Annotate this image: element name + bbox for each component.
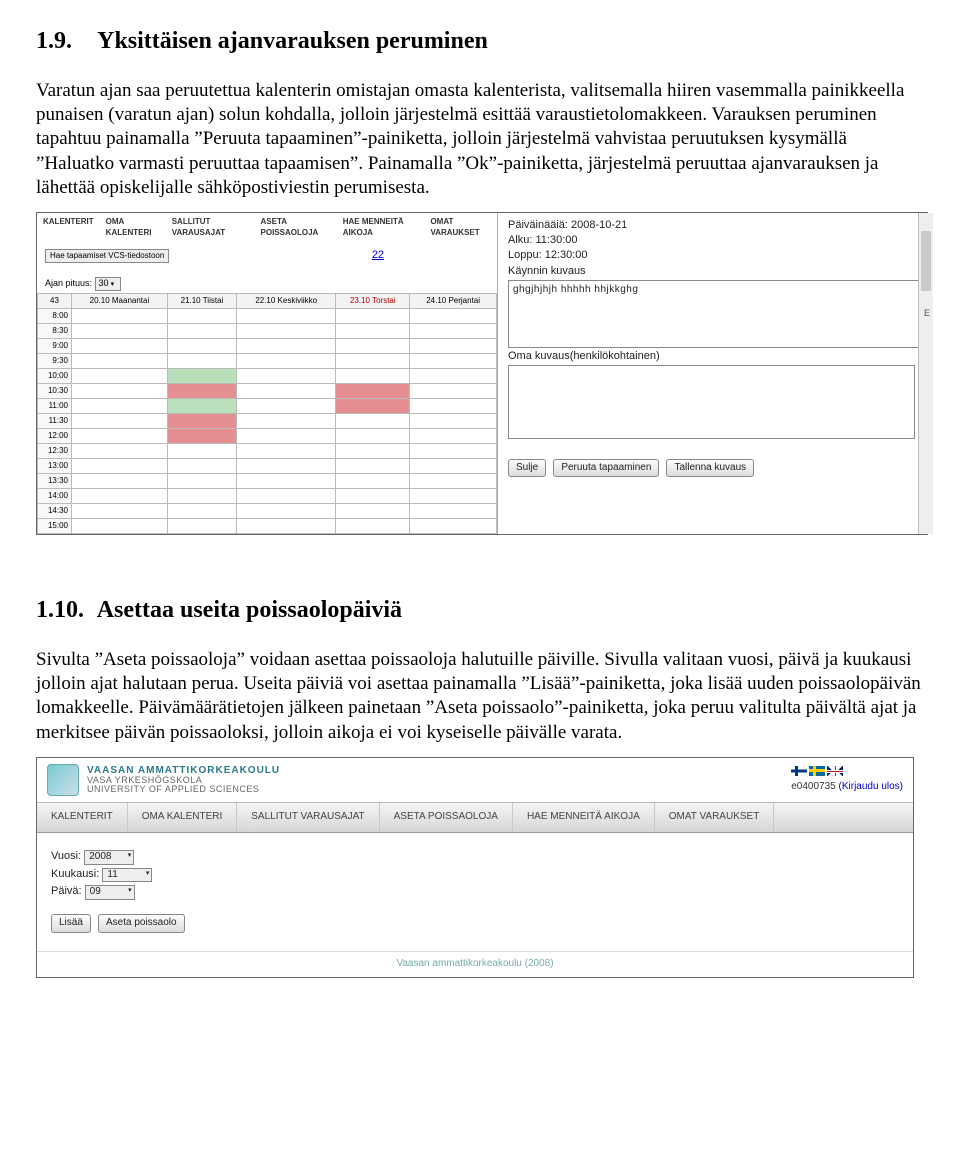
absence-form: Vuosi: 2008 Kuukausi: 11 Päivä: 09 Lisää… (37, 833, 913, 951)
screenshot-absence: VAASAN AMMATTIKORKEAKOULU VASA YRKESHÖGS… (36, 757, 914, 978)
day-select[interactable]: 09 (85, 885, 135, 900)
heading-num: 1.9. (36, 26, 92, 57)
calendar-panel: KALENTERIT OMA KALENTERI SALLITUT VARAUS… (37, 213, 498, 534)
slot-free[interactable] (167, 368, 236, 383)
app-header: VAASAN AMMATTIKORKEAKOULU VASA YRKESHÖGS… (37, 758, 913, 802)
nav-sallitut[interactable]: SALLITUT VARAUSAJAT (237, 803, 379, 832)
app-footer: Vaasan ammattikorkeakoulu (2008) (37, 951, 913, 977)
user-area: e0400735 (Kirjaudu ulos) (791, 766, 903, 794)
day-mon: 20.10 Maanantai (72, 293, 168, 308)
main-nav: KALENTERIT OMA KALENTERI SALLITUT VARAUS… (37, 802, 913, 833)
app-logo: VAASAN AMMATTIKORKEAKOULU VASA YRKESHÖGS… (47, 764, 280, 796)
heading-title: Yksittäisen ajanvarauksen peruminen (97, 28, 488, 54)
day-label: Päivä: (51, 885, 82, 897)
detail-own-textarea[interactable] (508, 365, 915, 439)
nav-omat-varaukset[interactable]: OMAT VARAUKSET (655, 803, 775, 832)
slot-busy[interactable] (336, 398, 410, 413)
flag-uk-icon[interactable] (827, 766, 843, 776)
paragraph-1-9: Varatun ajan saa peruutettua kalenterin … (36, 79, 924, 201)
duration-select[interactable]: 30 (95, 277, 122, 291)
add-button[interactable]: Lisää (51, 914, 91, 933)
year-select[interactable]: 2008 (84, 850, 134, 865)
day-thu: 23.10 Torstai (336, 293, 410, 308)
duration-label: Ajan pituus: (45, 278, 92, 288)
calendar-grid: 43 20.10 Maanantai 21.10 Tiistai 22.10 K… (37, 293, 497, 534)
week-link[interactable]: 22 (372, 249, 384, 261)
vcs-export-button[interactable]: Hae tapaamiset VCS-tiedostoon (45, 249, 169, 263)
flag-se-icon[interactable] (809, 766, 825, 776)
calendar-tabs: KALENTERIT OMA KALENTERI SALLITUT VARAUS… (37, 213, 497, 241)
save-description-button[interactable]: Tallenna kuvaus (666, 459, 754, 478)
slot-busy[interactable] (336, 383, 410, 398)
nav-kalenterit[interactable]: KALENTERIT (37, 803, 128, 832)
slot-busy[interactable] (167, 383, 236, 398)
slot-busy[interactable] (167, 428, 236, 443)
close-button[interactable]: Sulje (508, 459, 546, 478)
heading-title: Asettaa useita poissaolopäiviä (97, 597, 402, 623)
month-label: Kuukausi: (51, 868, 99, 880)
user-id: e0400735 (791, 781, 836, 792)
booking-details-panel: Päiväinääiä: 2008-10-21 Alku: 11:30:00 L… (498, 213, 933, 534)
screenshot-calendar: KALENTERIT OMA KALENTERI SALLITUT VARAUS… (36, 212, 928, 535)
slot-busy[interactable] (167, 413, 236, 428)
year-label: Vuosi: (51, 850, 81, 862)
tab-hae-menneita[interactable]: HAE MENNEITÄ AIKOJA (337, 213, 425, 241)
slot-free[interactable] (167, 398, 236, 413)
language-flags (791, 766, 843, 776)
heading-num: 1.10. (36, 595, 92, 626)
month-select[interactable]: 11 (102, 868, 152, 883)
day-wed: 22.10 Keskiviikko (237, 293, 336, 308)
nav-poissaoloja[interactable]: ASETA POISSAOLOJA (380, 803, 513, 832)
set-absence-button[interactable]: Aseta poissaolo (98, 914, 185, 933)
tab-sallitut[interactable]: SALLITUT VARAUSAJAT (166, 213, 255, 241)
detail-start: Alku: 11:30:00 (508, 233, 923, 247)
scrollbar[interactable] (918, 213, 933, 534)
logo-text: VAASAN AMMATTIKORKEAKOULU VASA YRKESHÖGS… (87, 765, 280, 796)
day-fri: 24.10 Perjantai (410, 293, 497, 308)
paragraph-1-10: Sivulta ”Aseta poissaoloja” voidaan aset… (36, 648, 924, 745)
logo-sub1: VASA YRKESHÖGSKOLA (87, 775, 202, 785)
tab-omat-varaukset[interactable]: OMAT VARAUKSET (424, 213, 497, 241)
detail-buttons: Sulje Peruuta tapaaminen Tallenna kuvaus (508, 459, 923, 478)
detail-desc-textarea[interactable]: ghgjhjhjh hhhhh hhjkkghg (508, 280, 923, 348)
heading-1-9: 1.9. Yksittäisen ajanvarauksen peruminen (36, 26, 924, 57)
cancel-meeting-button[interactable]: Peruuta tapaaminen (553, 459, 659, 478)
logout-link[interactable]: (Kirjaudu ulos) (839, 781, 903, 792)
nav-oma-kalenteri[interactable]: OMA KALENTERI (128, 803, 238, 832)
tab-kalenterit[interactable]: KALENTERIT (37, 213, 100, 241)
detail-desc-label: Käynnin kuvaus (508, 264, 923, 278)
flag-fi-icon[interactable] (791, 766, 807, 776)
heading-1-10: 1.10. Asettaa useita poissaolopäiviä (36, 595, 924, 626)
duration-row: Ajan pituus: 30 (45, 277, 497, 291)
day-tue: 21.10 Tiistai (167, 293, 236, 308)
tab-oma-kalenteri[interactable]: OMA KALENTERI (100, 213, 166, 241)
detail-own-label: Oma kuvaus(henkilökohtainen) (508, 349, 923, 363)
tab-poissaoloja[interactable]: ASETA POISSAOLOJA (255, 213, 337, 241)
week-number: 43 (38, 293, 72, 308)
detail-date: Päiväinääiä: 2008-10-21 (508, 218, 923, 232)
logo-icon (47, 764, 79, 796)
logo-sub2: UNIVERSITY OF APPLIED SCIENCES (87, 784, 259, 794)
detail-end: Loppu: 12:30:00 (508, 248, 923, 262)
nav-hae-menneita[interactable]: HAE MENNEITÄ AIKOJA (513, 803, 655, 832)
